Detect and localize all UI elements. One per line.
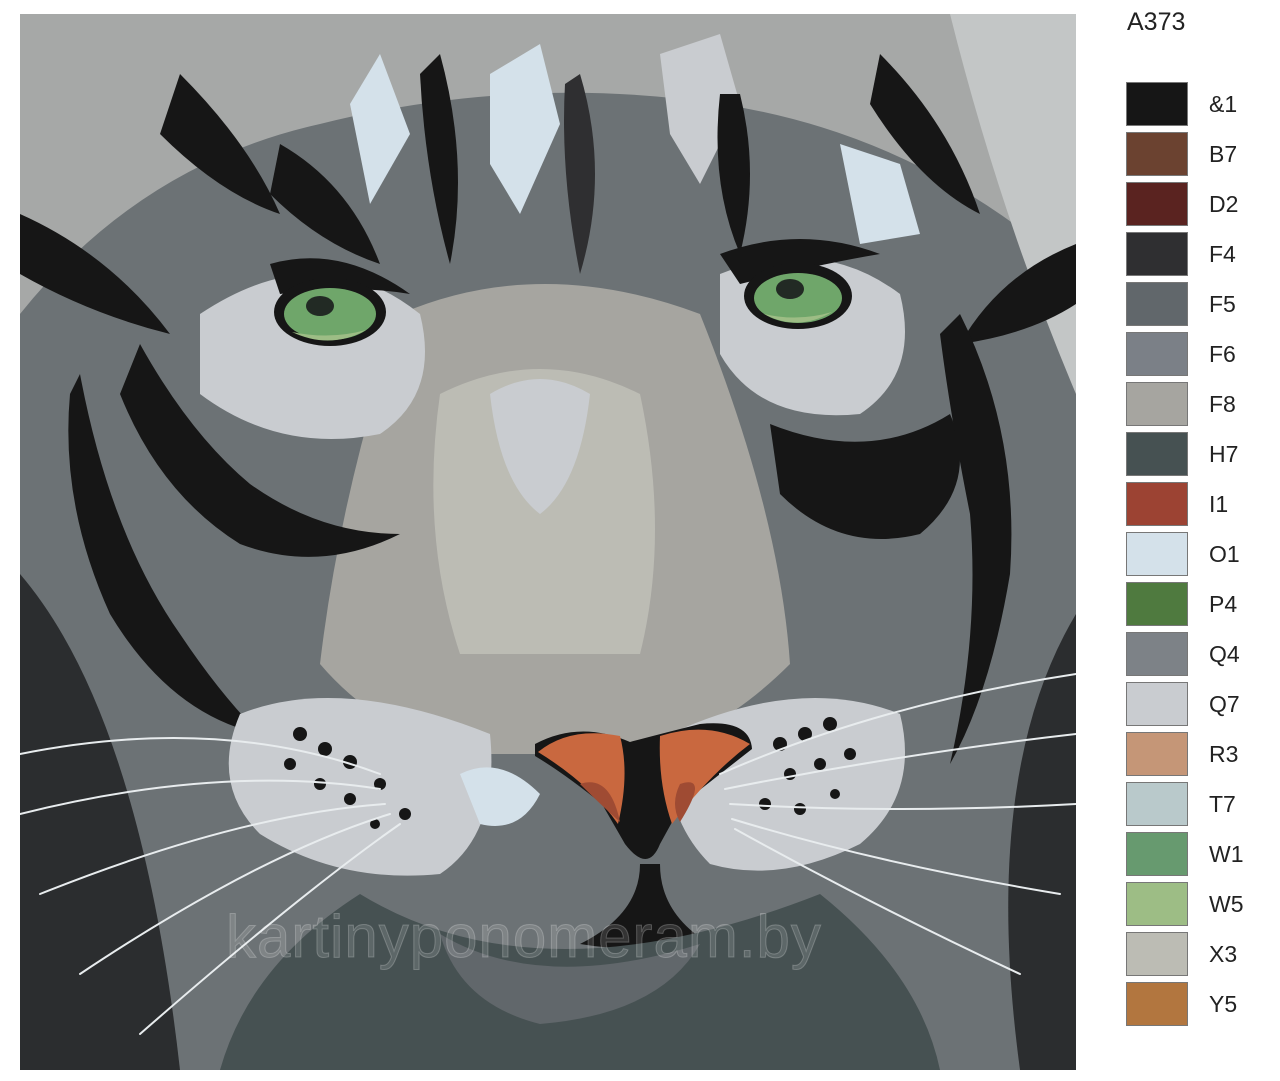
- color-swatch: [1126, 282, 1188, 326]
- palette-entry: P4: [1126, 582, 1266, 632]
- color-code: Y5: [1209, 991, 1238, 1017]
- color-code: F8: [1209, 391, 1236, 417]
- color-code: R3: [1209, 741, 1239, 767]
- palette-entry: Y5: [1126, 982, 1266, 1032]
- color-code: X3: [1209, 941, 1238, 967]
- palette-entry: I1: [1126, 482, 1266, 532]
- watermark-text: kartinyponomeram.by: [226, 903, 822, 971]
- color-code: Q4: [1209, 641, 1240, 667]
- color-swatch: [1126, 432, 1188, 476]
- color-code: F4: [1209, 241, 1236, 267]
- color-swatch: [1126, 782, 1188, 826]
- palette-entry: T7: [1126, 782, 1266, 832]
- color-swatch: [1126, 332, 1188, 376]
- color-code: F6: [1209, 341, 1236, 367]
- color-code: Q7: [1209, 691, 1240, 717]
- color-swatch: [1126, 182, 1188, 226]
- color-swatch: [1126, 532, 1188, 576]
- palette-entry: W1: [1126, 832, 1266, 882]
- right-pupil: [776, 279, 804, 299]
- palette-entry: &1: [1126, 82, 1266, 132]
- color-swatch: [1126, 632, 1188, 676]
- color-code: O1: [1209, 541, 1240, 567]
- palette-entry: O1: [1126, 532, 1266, 582]
- palette-entry: D2: [1126, 182, 1266, 232]
- color-swatch: [1126, 482, 1188, 526]
- color-code: T7: [1209, 791, 1236, 817]
- palette-entry: Q7: [1126, 682, 1266, 732]
- color-code: H7: [1209, 441, 1239, 467]
- color-swatch: [1126, 982, 1188, 1026]
- color-swatch: [1126, 382, 1188, 426]
- color-code: &1: [1209, 91, 1238, 117]
- palette-entry: B7: [1126, 132, 1266, 182]
- color-palette-legend: &1 B7 D2 F4 F5 F6 F8 H7 I1 O1 P4 Q4 Q7 R3 T7 W1 W5 X3 Y5: [1126, 82, 1266, 1032]
- color-code: F5: [1209, 291, 1236, 317]
- color-code: I1: [1209, 491, 1229, 517]
- color-swatch: [1126, 932, 1188, 976]
- color-swatch: [1126, 132, 1188, 176]
- color-swatch: [1126, 82, 1188, 126]
- color-code: D2: [1209, 191, 1239, 217]
- palette-entry: F6: [1126, 332, 1266, 382]
- palette-entry: F5: [1126, 282, 1266, 332]
- color-swatch: [1126, 882, 1188, 926]
- color-swatch: [1126, 582, 1188, 626]
- color-code: W5: [1209, 891, 1244, 917]
- color-swatch: [1126, 232, 1188, 276]
- palette-entry: W5: [1126, 882, 1266, 932]
- palette-entry: H7: [1126, 432, 1266, 482]
- left-iris: [284, 288, 376, 340]
- left-pupil: [306, 296, 334, 316]
- palette-entry: F8: [1126, 382, 1266, 432]
- color-swatch: [1126, 732, 1188, 776]
- palette-entry: F4: [1126, 232, 1266, 282]
- palette-entry: Q4: [1126, 632, 1266, 682]
- palette-entry: X3: [1126, 932, 1266, 982]
- color-code: B7: [1209, 141, 1238, 167]
- kit-code: A373: [1127, 8, 1186, 36]
- color-code: W1: [1209, 841, 1244, 867]
- palette-entry: R3: [1126, 732, 1266, 782]
- color-swatch: [1126, 682, 1188, 726]
- color-swatch: [1126, 832, 1188, 876]
- color-code: P4: [1209, 591, 1238, 617]
